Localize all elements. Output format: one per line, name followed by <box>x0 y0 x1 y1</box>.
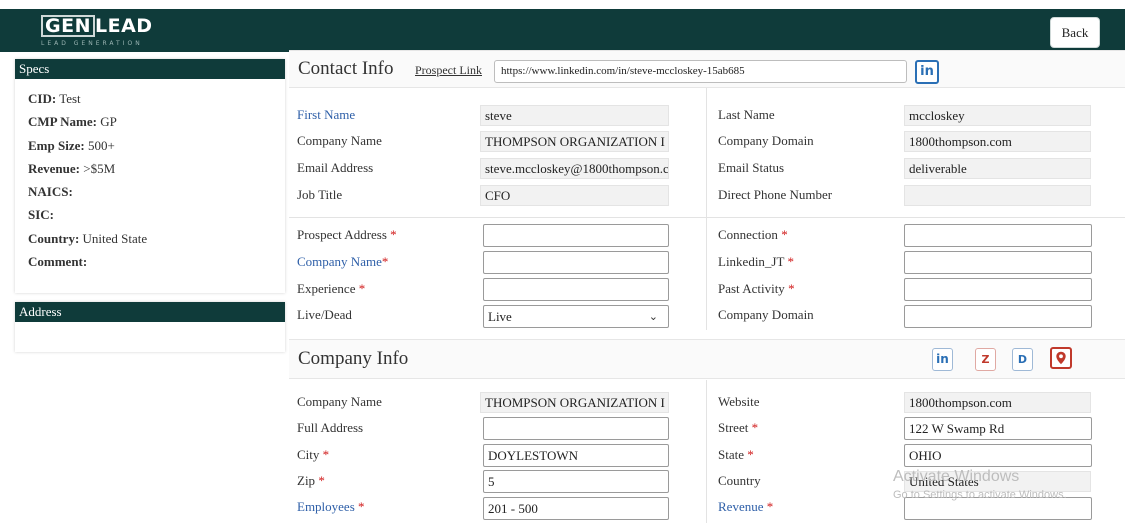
map-pin-icon[interactable] <box>1050 347 1072 369</box>
connection-input[interactable] <box>904 224 1092 247</box>
email-status-field: deliverable <box>904 158 1091 179</box>
zip-input[interactable]: 5 <box>483 470 669 493</box>
back-button[interactable]: Back <box>1050 17 1100 48</box>
email-address-field: steve.mccloskey@1800thompson.c <box>480 158 669 179</box>
job-title-label: Job Title <box>297 187 343 202</box>
z-icon[interactable]: Z <box>975 348 996 371</box>
company-domain-field: 1800thompson.com <box>904 131 1091 152</box>
top-nav-bar: GEN LEAD LEAD GENERATION Back <box>0 9 1125 52</box>
linkedin-jt-input[interactable] <box>904 251 1092 274</box>
company-name-info-field: THOMPSON ORGANIZATION I <box>480 392 669 413</box>
prospect-link-label[interactable]: Prospect Link <box>415 63 482 78</box>
job-title-field: CFO <box>480 185 669 206</box>
experience-label: Experience * <box>297 281 366 296</box>
employees-input[interactable]: 201 - 500 <box>483 497 669 520</box>
revenue-label: Revenue * <box>718 499 774 514</box>
first-name-field: steve <box>480 105 669 126</box>
company-name-input[interactable] <box>483 251 669 274</box>
company-info-header: Company Info in Z D <box>289 339 1125 379</box>
spec-country: Country: United State <box>28 230 148 246</box>
spec-sic: SIC: <box>28 207 55 223</box>
website-field: 1800thompson.com <box>904 392 1091 413</box>
column-divider <box>706 380 707 523</box>
column-divider <box>706 88 707 217</box>
section-divider <box>289 217 1125 218</box>
past-activity-input[interactable] <box>904 278 1092 301</box>
spec-cid: CID: Test <box>28 91 81 106</box>
past-activity-label: Past Activity * <box>718 281 795 296</box>
logo-tagline: LEAD GENERATION <box>41 40 143 47</box>
company-domain-label: Company Domain <box>718 133 814 148</box>
activate-windows-watermark: Activate Windows Go to Settings to activ… <box>893 468 1067 501</box>
column-divider <box>706 218 707 330</box>
email-address-label: Email Address <box>297 160 374 175</box>
street-input[interactable]: 122 W Swamp Rd <box>904 417 1092 440</box>
address-panel-title: Address <box>15 302 285 322</box>
direct-phone-field <box>904 185 1091 206</box>
website-label: Website <box>718 394 760 409</box>
country-label: Country <box>718 473 761 488</box>
last-name-field: mccloskey <box>904 105 1091 126</box>
spec-naics: NAICS: <box>28 184 73 200</box>
company-domain-form-label: Company Domain <box>718 307 814 322</box>
chevron-down-icon: ⌄ <box>648 310 658 323</box>
spec-cmp-name: CMP Name: GP <box>28 114 117 130</box>
city-input[interactable]: DOYLESTOWN <box>483 444 669 467</box>
state-label: State * <box>718 447 754 462</box>
main-content: Contact Info Prospect Link https://www.l… <box>289 50 1125 523</box>
live-dead-label: Live/Dead <box>297 307 352 322</box>
connection-label: Connection * <box>718 227 788 242</box>
prospect-address-input[interactable] <box>483 224 669 247</box>
company-info-title: Company Info <box>298 348 409 369</box>
linkedin-jt-label: Linkedin_JT * <box>718 254 794 269</box>
contact-info-header: Contact Info Prospect Link https://www.l… <box>289 50 1125 88</box>
logo-wordmark: GEN LEAD <box>41 15 153 37</box>
state-input[interactable]: OHIO <box>904 444 1092 467</box>
linkedin-icon[interactable]: in <box>915 60 939 84</box>
address-panel: Address <box>15 302 285 352</box>
company-name-label: Company Name <box>297 133 382 148</box>
full-address-input[interactable] <box>483 417 669 440</box>
contact-info-title: Contact Info <box>298 58 394 79</box>
genlead-logo[interactable]: GEN LEAD LEAD GENERATION <box>41 15 165 49</box>
specs-panel-title: Specs <box>15 59 285 79</box>
spec-emp-size: Emp Size: 500+ <box>28 137 115 153</box>
company-name-form-label: Company Name* <box>297 254 389 269</box>
specs-panel: Specs CID: Test CMP Name: GP Emp Size: 5… <box>15 59 285 293</box>
street-label: Street * <box>718 420 759 435</box>
prospect-link-input[interactable]: https://www.linkedin.com/in/steve-mcclos… <box>494 60 907 83</box>
live-dead-select[interactable]: Live ⌄ <box>483 305 669 328</box>
first-name-label: First Name <box>297 107 356 122</box>
email-status-label: Email Status <box>718 160 785 175</box>
company-domain-input[interactable] <box>904 305 1092 328</box>
employees-label: Employees * <box>297 499 365 514</box>
prospect-address-label: Prospect Address * <box>297 227 397 242</box>
d-icon[interactable]: D <box>1012 348 1033 371</box>
experience-input[interactable] <box>483 278 669 301</box>
city-label: City * <box>297 447 330 462</box>
linkedin-icon[interactable]: in <box>932 348 953 371</box>
last-name-label: Last Name <box>718 107 775 122</box>
spec-comment: Comment: <box>28 254 88 270</box>
full-address-label: Full Address <box>297 420 364 435</box>
company-name-field: THOMPSON ORGANIZATION I <box>480 131 669 152</box>
spec-revenue: Revenue: >$5M <box>28 160 116 176</box>
direct-phone-label: Direct Phone Number <box>718 187 833 202</box>
zip-label: Zip * <box>297 473 325 488</box>
company-name-info-label: Company Name <box>297 394 382 409</box>
